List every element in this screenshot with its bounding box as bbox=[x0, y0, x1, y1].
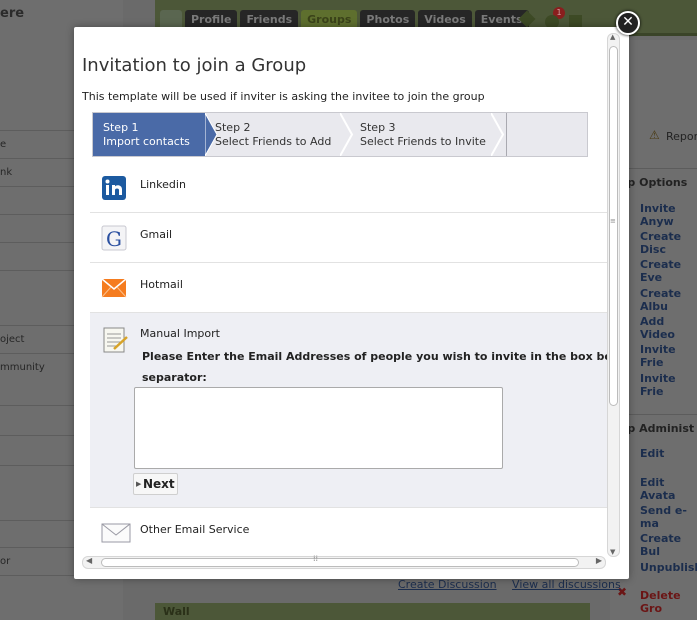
edit-link[interactable]: Edit bbox=[640, 447, 664, 460]
next-button-label: Next bbox=[143, 477, 175, 491]
provider-label: Hotmail bbox=[140, 278, 183, 291]
import-providers-list: Linkedin G Gmail Hotmail Manual Import P… bbox=[90, 163, 607, 553]
scroll-right-icon[interactable]: ▶ bbox=[596, 556, 602, 565]
step-2[interactable]: Step 2 Select Friends to Add bbox=[205, 113, 340, 156]
step-1-label: Import contacts bbox=[103, 135, 190, 148]
horizontal-scroll-thumb[interactable] bbox=[101, 558, 579, 567]
step-1-number: Step 1 bbox=[103, 121, 139, 134]
grip-icon: ≡ bbox=[610, 217, 616, 225]
report-link[interactable]: Report bbox=[666, 130, 697, 143]
scroll-down-icon[interactable]: ▼ bbox=[610, 548, 615, 556]
left-sidebar-item[interactable] bbox=[0, 575, 123, 607]
step-2-label: Select Friends to Add bbox=[215, 135, 332, 148]
provider-other[interactable]: Other Email Service bbox=[90, 508, 607, 553]
linkedin-icon bbox=[102, 176, 126, 200]
step-1[interactable]: Step 1 Import contacts bbox=[93, 113, 205, 156]
wizard-steps: Step 1 Import contacts Step 2 Select Fri… bbox=[92, 112, 588, 157]
scroll-left-icon[interactable]: ◀ bbox=[86, 556, 92, 565]
wall-title: Wall bbox=[163, 605, 190, 618]
create-album-link[interactable]: Create Albu bbox=[640, 287, 697, 313]
modal-title: Invitation to join a Group bbox=[82, 55, 307, 76]
vertical-scrollbar[interactable]: ▲ ≡ ▼ bbox=[607, 33, 620, 557]
provider-manual-import: Manual Import Please Enter the Email Add… bbox=[90, 313, 607, 508]
view-all-discussions-link[interactable]: View all discussions bbox=[512, 578, 621, 591]
steps-divider bbox=[506, 113, 507, 156]
delete-group-link[interactable]: Delete Gro bbox=[640, 589, 697, 615]
left-sidebar-title: ere bbox=[0, 6, 25, 21]
step-3-number: Step 3 bbox=[360, 121, 396, 134]
hotmail-icon bbox=[101, 278, 127, 298]
provider-hotmail[interactable]: Hotmail bbox=[90, 263, 607, 313]
step-3[interactable]: Step 3 Select Friends to Invite bbox=[350, 113, 495, 156]
provider-label: Linkedin bbox=[140, 178, 186, 191]
add-video-link[interactable]: Add Video bbox=[640, 315, 697, 341]
create-discussion-link[interactable]: Create Disc bbox=[640, 230, 697, 256]
manual-import-instruction: Please Enter the Email Addresses of peop… bbox=[142, 350, 607, 363]
provider-gmail[interactable]: G Gmail bbox=[90, 213, 607, 263]
close-modal-button[interactable]: ✕ bbox=[616, 11, 640, 35]
envelope-icon bbox=[101, 523, 131, 543]
invite-anywhere-link[interactable]: Invite Anyw bbox=[640, 202, 697, 228]
warning-icon: ⚠ bbox=[649, 128, 660, 142]
step-2-number: Step 2 bbox=[215, 121, 251, 134]
unpublish-link[interactable]: Unpublish bbox=[640, 561, 697, 574]
create-event-link[interactable]: Create Eve bbox=[640, 258, 697, 284]
modal-content: Invitation to join a Group This template… bbox=[82, 35, 607, 553]
modal-description: This template will be used if inviter is… bbox=[82, 90, 485, 103]
vertical-scroll-thumb[interactable] bbox=[609, 46, 618, 406]
discussion-links: Create Discussion View all discussions bbox=[398, 578, 633, 591]
triangle-right-icon: ▶ bbox=[136, 480, 142, 488]
email-addresses-textarea[interactable] bbox=[134, 387, 503, 469]
provider-linkedin[interactable]: Linkedin bbox=[90, 163, 607, 213]
step-3-label: Select Friends to Invite bbox=[360, 135, 486, 148]
next-button[interactable]: ▶ Next bbox=[133, 473, 178, 495]
horizontal-scrollbar[interactable]: ◀ ⁞⁞ ▶ bbox=[82, 554, 606, 569]
provider-label: Other Email Service bbox=[140, 523, 250, 536]
invitation-modal: Invitation to join a Group This template… bbox=[74, 27, 629, 579]
google-icon: G bbox=[101, 225, 127, 251]
manual-import-instruction-cont: separator: bbox=[142, 371, 207, 384]
provider-label: Gmail bbox=[140, 228, 173, 241]
grip-icon: ⁞⁞ bbox=[313, 554, 319, 563]
invite-friends-link[interactable]: Invite Frie bbox=[640, 343, 697, 369]
scroll-up-icon[interactable]: ▲ bbox=[610, 33, 615, 41]
svg-text:G: G bbox=[106, 227, 122, 251]
manual-import-label: Manual Import bbox=[140, 327, 220, 340]
step-3-arrow bbox=[491, 113, 505, 156]
notepad-icon bbox=[103, 327, 128, 353]
wall-header: Wall bbox=[155, 603, 590, 620]
create-bulletin-link[interactable]: Create Bul bbox=[640, 532, 697, 558]
send-email-link[interactable]: Send e-ma bbox=[640, 504, 697, 530]
create-discussion-bottom-link[interactable]: Create Discussion bbox=[398, 578, 497, 591]
edit-avatar-link[interactable]: Edit Avata bbox=[640, 476, 697, 502]
invite-friends-link-2[interactable]: Invite Frie bbox=[640, 372, 697, 398]
